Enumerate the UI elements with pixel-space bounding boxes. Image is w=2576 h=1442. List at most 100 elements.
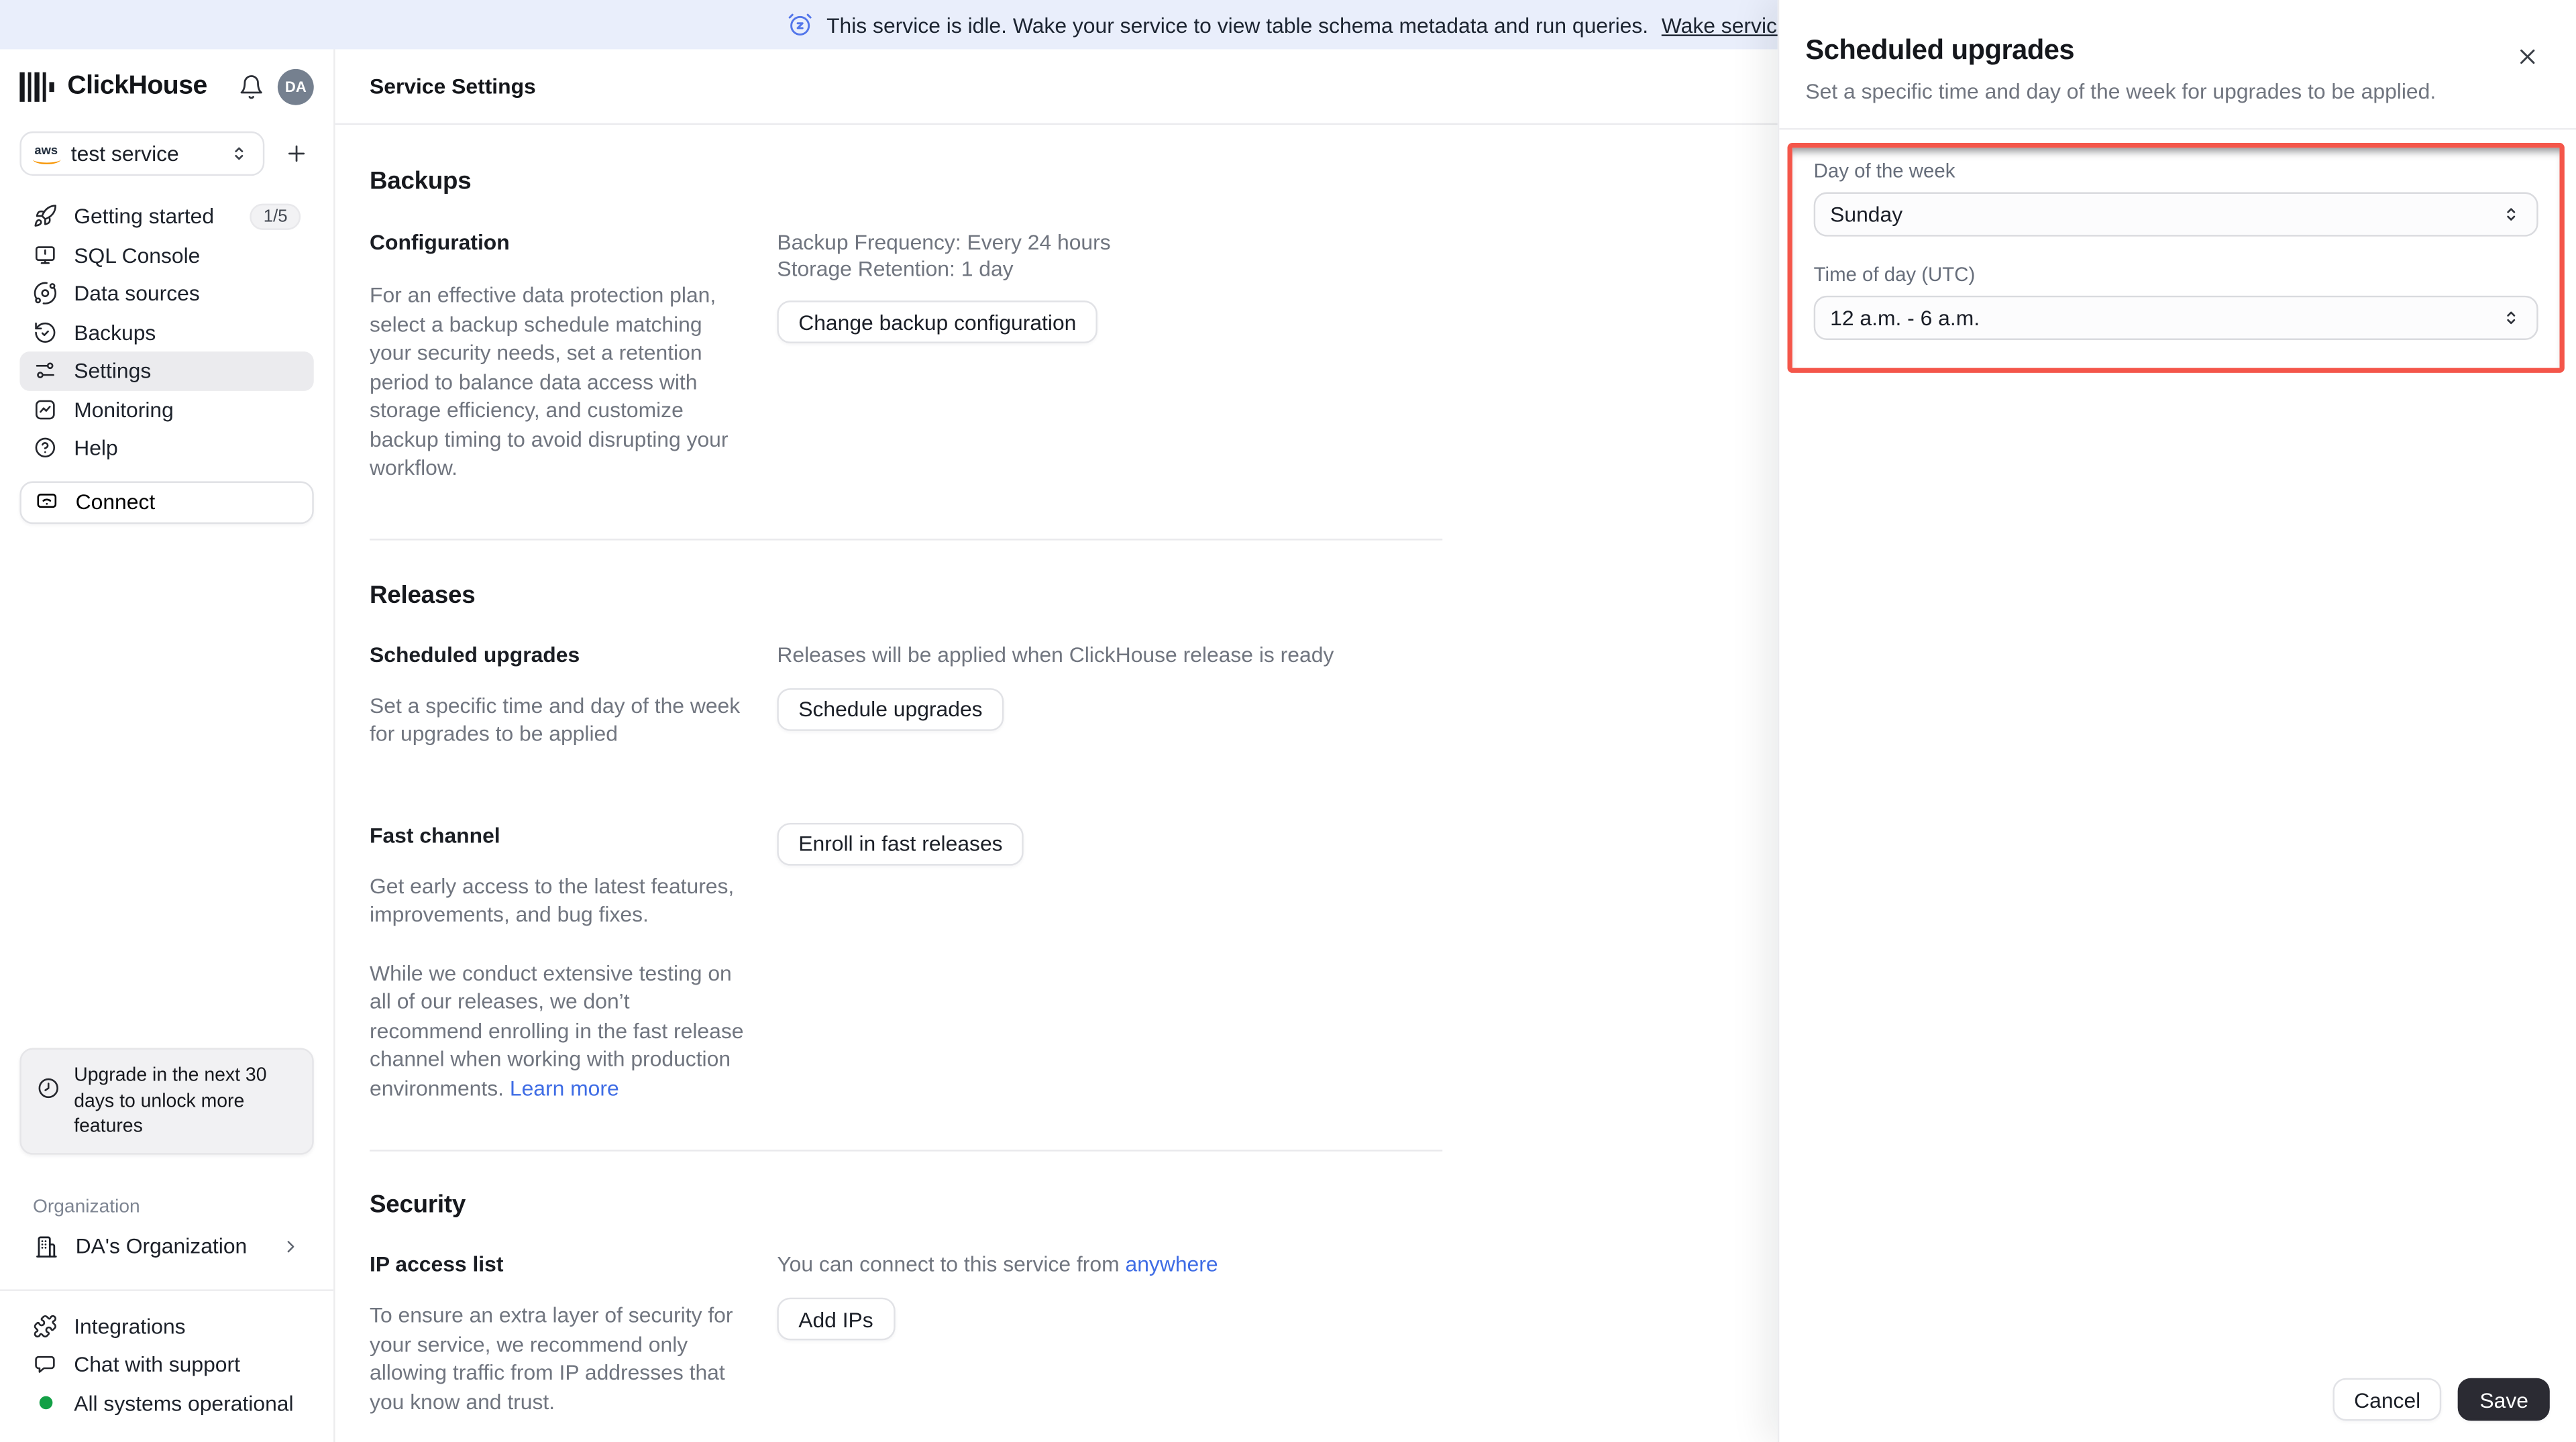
section-divider: [370, 538, 1443, 540]
sidebar-header: ClickHouse DA: [0, 49, 333, 123]
learn-more-link[interactable]: Learn more: [510, 1075, 619, 1100]
plus-icon: [283, 142, 308, 166]
upgrade-notice-text: Upgrade in the next 30 days to unlock mo…: [74, 1064, 267, 1137]
organization-switcher[interactable]: DA's Organization: [19, 1226, 313, 1266]
backup-frequency-info: Backup Frequency: Every 24 hours: [777, 229, 1111, 255]
sidebar-item-data-sources[interactable]: Data sources: [19, 274, 313, 313]
time-of-day-value: 12 a.m. - 6 a.m.: [1830, 305, 1980, 331]
sidebar-item-chat-support[interactable]: Chat with support: [19, 1345, 313, 1384]
service-switcher[interactable]: aws test service: [19, 131, 265, 176]
status-label: All systems operational: [74, 1390, 294, 1416]
add-ips-button[interactable]: Add IPs: [777, 1297, 895, 1341]
console-icon: [33, 243, 58, 268]
ip-access-list-title: IP access list: [370, 1252, 504, 1276]
connect-icon: [34, 490, 59, 514]
clock-icon: [36, 1076, 61, 1101]
ip-connect-info: You can connect to this service from any…: [777, 1252, 1218, 1276]
page-title: Service Settings: [370, 74, 536, 99]
help-icon: [33, 436, 58, 461]
scheduled-upgrades-title: Scheduled upgrades: [370, 641, 580, 667]
chevron-updown-icon: [2500, 307, 2522, 329]
sidebar-item-monitoring[interactable]: Monitoring: [19, 390, 313, 429]
save-button[interactable]: Save: [2458, 1378, 2550, 1421]
panel-footer: Cancel Save: [1779, 1357, 2576, 1442]
releases-info: Releases will be applied when ClickHouse…: [777, 641, 1334, 667]
panel-title: Scheduled upgrades: [1805, 34, 2075, 66]
organization-name: DA's Organization: [75, 1233, 248, 1258]
sidebar-item-label: Help: [74, 435, 118, 461]
configuration-description: For an effective data protection plan, s…: [370, 282, 729, 480]
sidebar-item-integrations[interactable]: Integrations: [19, 1307, 313, 1345]
snooze-alarm-icon: [787, 11, 813, 38]
sidebar-item-label: Backups: [74, 319, 156, 345]
sidebar-item-label: Getting started: [74, 204, 215, 229]
ip-access-list-description: To ensure an extra layer of security for…: [370, 1302, 733, 1414]
panel-description: Set a specific time and day of the week …: [1805, 78, 2436, 104]
data-sources-icon: [33, 281, 58, 306]
wake-service-link[interactable]: Wake service: [1662, 12, 1789, 37]
panel-divider: [1779, 128, 2576, 130]
fast-channel-description-1: Get early access to the latest features,…: [370, 873, 735, 927]
system-status[interactable]: All systems operational: [19, 1384, 313, 1423]
sidebar-item-help[interactable]: Help: [19, 429, 313, 467]
sidebar-item-label: Monitoring: [74, 397, 174, 422]
fast-channel-description-2: While we conduct extensive testing on al…: [370, 960, 744, 1100]
sidebar-item-label: SQL Console: [74, 242, 201, 268]
change-backup-configuration-button[interactable]: Change backup configuration: [777, 300, 1098, 343]
day-of-week-label: Day of the week: [1813, 159, 1955, 182]
scheduled-upgrades-description: Set a specific time and day of the week …: [370, 692, 741, 746]
anywhere-link[interactable]: anywhere: [1126, 1252, 1218, 1276]
sidebar-nav: Getting started 1/5 SQL Console Data sou…: [0, 197, 333, 467]
security-section-title: Security: [370, 1190, 466, 1219]
annotation-highlight-box: Day of the week Sunday Time of day (UTC)…: [1787, 143, 2565, 373]
backups-section-title: Backups: [370, 167, 472, 196]
sidebar-item-label: Settings: [74, 358, 152, 384]
sidebar-item-label: Integrations: [74, 1313, 186, 1339]
brand-name: ClickHouse: [67, 71, 207, 100]
add-service-button[interactable]: [278, 135, 314, 172]
rocket-icon: [33, 204, 58, 229]
section-divider: [370, 1150, 1443, 1152]
building-icon: [33, 1233, 59, 1259]
schedule-upgrades-button[interactable]: Schedule upgrades: [777, 687, 1004, 730]
organization-label: Organization: [32, 1197, 140, 1217]
progress-badge: 1/5: [250, 203, 301, 230]
service-switcher-value: test service: [70, 141, 179, 166]
puzzle-icon: [33, 1314, 58, 1339]
cancel-button[interactable]: Cancel: [2332, 1378, 2443, 1421]
sidebar-item-getting-started[interactable]: Getting started 1/5: [19, 197, 313, 236]
sidebar-item-settings[interactable]: Settings: [19, 351, 314, 390]
configuration-title: Configuration: [370, 229, 510, 255]
upgrade-notice[interactable]: Upgrade in the next 30 days to unlock mo…: [19, 1048, 314, 1154]
releases-section-title: Releases: [370, 580, 476, 609]
settings-icon: [33, 358, 58, 383]
banner-text: This service is idle. Wake your service …: [826, 12, 1649, 38]
chevron-updown-icon: [228, 143, 250, 164]
sidebar-item-sql-console[interactable]: SQL Console: [19, 235, 313, 274]
chevron-right-icon: [281, 1236, 301, 1256]
connect-button[interactable]: Connect: [19, 480, 314, 524]
day-of-week-value: Sunday: [1830, 202, 1903, 227]
time-of-day-select[interactable]: 12 a.m. - 6 a.m.: [1813, 295, 2538, 340]
backups-icon: [33, 320, 58, 345]
time-of-day-label: Time of day (UTC): [1813, 262, 1976, 286]
aws-logo-icon: aws: [32, 143, 62, 164]
monitoring-icon: [33, 397, 58, 422]
sidebar-item-label: Data sources: [74, 281, 200, 307]
sidebar: ClickHouse DA aws test service Getting s…: [0, 49, 335, 1442]
notifications-bell-icon[interactable]: [238, 73, 264, 99]
storage-retention-info: Storage Retention: 1 day: [777, 256, 1014, 281]
connect-label: Connect: [75, 489, 156, 514]
sidebar-item-label: Chat with support: [74, 1352, 240, 1377]
clickhouse-cloud-app: This service is idle. Wake your service …: [0, 0, 2576, 1442]
clickhouse-logo-icon: [19, 71, 54, 101]
enroll-fast-releases-button[interactable]: Enroll in fast releases: [777, 822, 1024, 865]
scheduled-upgrades-panel: Scheduled upgrades Set a specific time a…: [1777, 0, 2576, 1442]
fast-channel-title: Fast channel: [370, 822, 500, 847]
status-green-dot: [38, 1396, 52, 1410]
sidebar-item-backups[interactable]: Backups: [19, 313, 313, 352]
chat-bubble-icon: [33, 1352, 58, 1377]
day-of-week-select[interactable]: Sunday: [1813, 192, 2538, 237]
user-avatar[interactable]: DA: [277, 68, 314, 105]
close-icon[interactable]: [2512, 41, 2543, 72]
